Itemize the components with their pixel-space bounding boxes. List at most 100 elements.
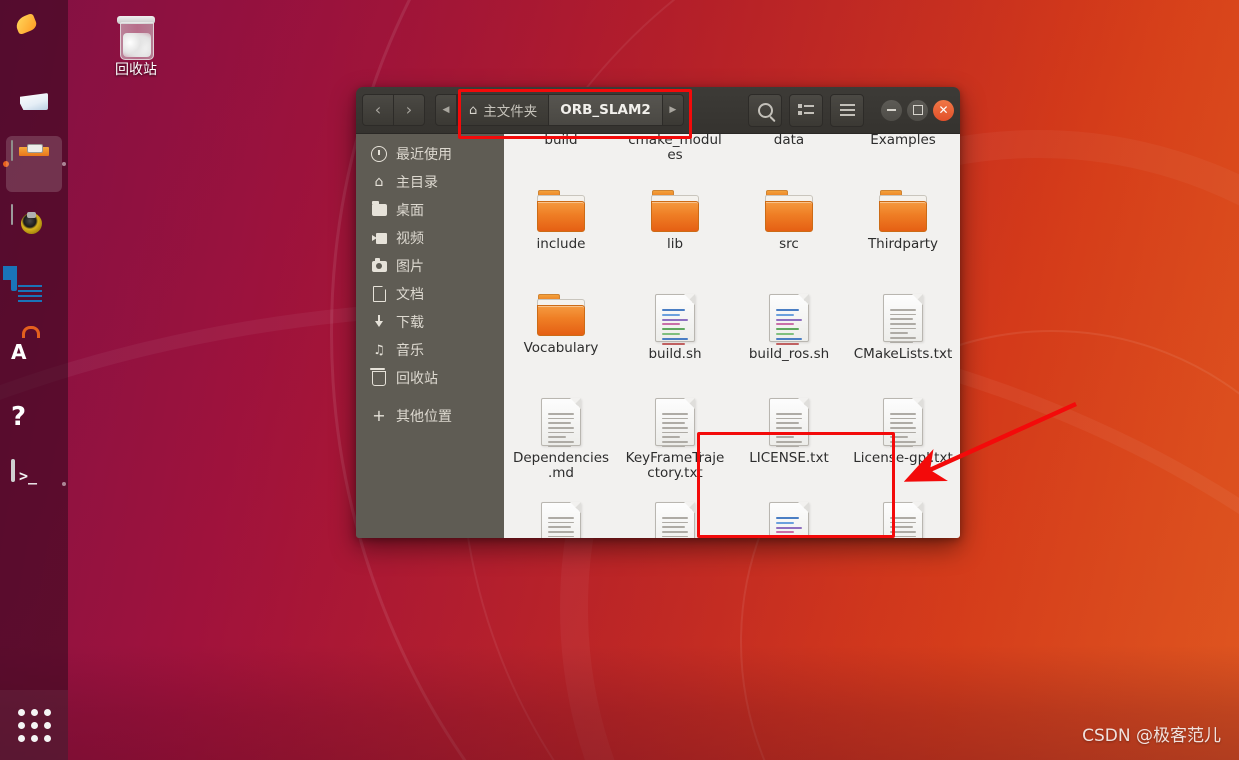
back-button[interactable]: ‹ <box>362 94 394 126</box>
desktop-icon-trash[interactable]: 回收站 <box>98 14 174 79</box>
search-button[interactable] <box>748 93 782 127</box>
file-item[interactable]: cmake_modules <box>618 134 732 184</box>
camera-icon <box>366 258 392 272</box>
file-grid: build cmake_modules data Examples includ… <box>504 134 960 538</box>
file-label: Thirdparty <box>867 236 939 252</box>
script-file-icon <box>769 294 809 345</box>
dock-item-terminal[interactable] <box>0 452 68 516</box>
file-item[interactable]: LICENSE.txt <box>732 392 846 496</box>
file-item-test-yaml[interactable]: test.yaml <box>846 496 960 538</box>
sidebar-item-label: 其他位置 <box>396 409 452 425</box>
document-icon <box>366 285 392 302</box>
file-label: Vocabulary <box>523 340 599 356</box>
terminal-icon <box>11 459 57 507</box>
close-button[interactable]: ✕ <box>933 99 954 121</box>
files-icon <box>11 140 57 187</box>
file-item-test-cpp[interactable]: c++ test.cpp <box>732 496 846 538</box>
breadcrumb-scroll-right-button[interactable]: ▶ <box>662 94 684 126</box>
dock-item-rhythmbox[interactable] <box>0 196 68 260</box>
breadcrumb-item-home[interactable]: ⌂ 主文件夹 <box>457 94 550 126</box>
dock-item-help[interactable] <box>0 388 68 452</box>
sidebar-item-pictures[interactable]: 图片 <box>356 252 504 280</box>
chevron-right-icon: › <box>405 100 413 119</box>
breadcrumb-item-orb-slam2[interactable]: ORB_SLAM2 <box>549 94 663 126</box>
dock-item-files[interactable] <box>0 132 68 196</box>
file-label: License-gpl.txt <box>853 450 953 466</box>
file-item[interactable]: test <box>618 496 732 538</box>
maximize-button[interactable] <box>907 99 928 121</box>
minimize-button[interactable] <box>881 99 902 121</box>
dock-item-thunderbird[interactable] <box>0 68 68 132</box>
titlebar-actions: ✕ <box>748 93 954 127</box>
show-applications-button[interactable] <box>0 690 68 760</box>
file-item[interactable]: include <box>504 184 618 288</box>
chevron-left-icon: ‹ <box>374 100 382 119</box>
file-label: lib <box>666 236 684 252</box>
sidebar-item-downloads[interactable]: 下载 <box>356 308 504 336</box>
sidebar-item-documents[interactable]: 文档 <box>356 280 504 308</box>
sidebar-item-videos[interactable]: 视频 <box>356 224 504 252</box>
file-grid-area[interactable]: build cmake_modules data Examples includ… <box>504 134 960 538</box>
file-item[interactable]: Examples <box>846 134 960 184</box>
file-label: cmake_modules <box>628 134 722 164</box>
dock-item-firefox[interactable] <box>0 4 68 68</box>
window-controls: ✕ <box>881 99 954 121</box>
text-file-icon <box>883 398 923 448</box>
file-item[interactable]: CMakeLists.txt <box>846 288 960 392</box>
file-item[interactable]: data <box>732 134 846 184</box>
thunderbird-icon <box>11 77 57 123</box>
file-item[interactable]: build <box>504 134 618 184</box>
sidebar-item-music[interactable]: ♫ 音乐 <box>356 336 504 364</box>
file-label: Dependencies.md <box>512 450 610 482</box>
text-file-icon <box>769 398 809 448</box>
text-file-icon <box>541 502 581 538</box>
wallpaper-bottom-shade <box>0 645 1239 760</box>
dock-item-ubuntu-software[interactable] <box>0 324 68 388</box>
sidebar-item-other-locations[interactable]: + 其他位置 <box>356 402 504 430</box>
file-label: build.sh <box>648 346 702 362</box>
file-item[interactable]: Vocabulary <box>504 288 618 392</box>
file-item[interactable]: build.sh <box>618 288 732 392</box>
folder-icon <box>537 190 585 232</box>
launcher-dock <box>0 0 68 760</box>
sidebar-item-trash[interactable]: 回收站 <box>356 364 504 392</box>
breadcrumb-item-label: 主文件夹 <box>483 104 538 120</box>
text-file-icon <box>541 398 581 448</box>
sidebar-item-recent[interactable]: 最近使用 <box>356 140 504 168</box>
breadcrumb-scroll-left-button[interactable]: ◀ <box>435 94 457 126</box>
sidebar-item-label: 主目录 <box>396 175 438 191</box>
hamburger-menu-icon <box>839 104 855 116</box>
home-icon: ⌂ <box>374 174 384 190</box>
trash-icon <box>366 367 392 386</box>
folder-icon <box>765 190 813 232</box>
sidebar-item-desktop[interactable]: 桌面 <box>356 196 504 224</box>
window-titlebar: ‹ › ◀ ⌂ 主文件夹 ORB_SLAM2 ▶ ✕ <box>356 87 960 134</box>
minimize-icon <box>887 109 896 111</box>
file-item[interactable]: lib <box>618 184 732 288</box>
dock-item-libreoffice-writer[interactable] <box>0 260 68 324</box>
file-item[interactable]: Thirdparty <box>846 184 960 288</box>
triangle-left-icon: ◀ <box>442 105 450 115</box>
sidebar-item-label: 桌面 <box>396 203 424 219</box>
close-icon: ✕ <box>938 103 949 117</box>
file-item[interactable]: src <box>732 184 846 288</box>
desktop: 回收站 ‹ › ◀ ⌂ 主文件夹 ORB <box>0 0 1239 760</box>
file-label: KeyFrameTrajectory.txt <box>625 450 725 482</box>
file-item[interactable]: KeyFrameTrajectory.txt <box>618 392 732 496</box>
file-item[interactable]: build_ros.sh <box>732 288 846 392</box>
sidebar-item-label: 音乐 <box>396 343 424 359</box>
file-label: CMakeLists.txt <box>853 346 953 362</box>
download-icon <box>366 315 392 329</box>
sidebar: 最近使用 ⌂ 主目录 桌面 视频 图片 文档 下载 ♫ 音乐 回收站 + 其他位… <box>356 134 504 538</box>
file-item[interactable]: License-gpl.txt <box>846 392 960 496</box>
menu-button[interactable] <box>830 93 864 127</box>
file-item[interactable]: Dependencies.md <box>504 392 618 496</box>
sidebar-item-home[interactable]: ⌂ 主目录 <box>356 168 504 196</box>
text-file-icon <box>883 294 923 344</box>
forward-button[interactable]: › <box>394 94 425 126</box>
file-item[interactable]: README.md <box>504 496 618 538</box>
file-label: build_ros.sh <box>748 346 830 362</box>
file-label: include <box>536 236 586 252</box>
ubuntu-software-icon <box>11 333 57 379</box>
view-toggle-button[interactable] <box>789 93 823 127</box>
